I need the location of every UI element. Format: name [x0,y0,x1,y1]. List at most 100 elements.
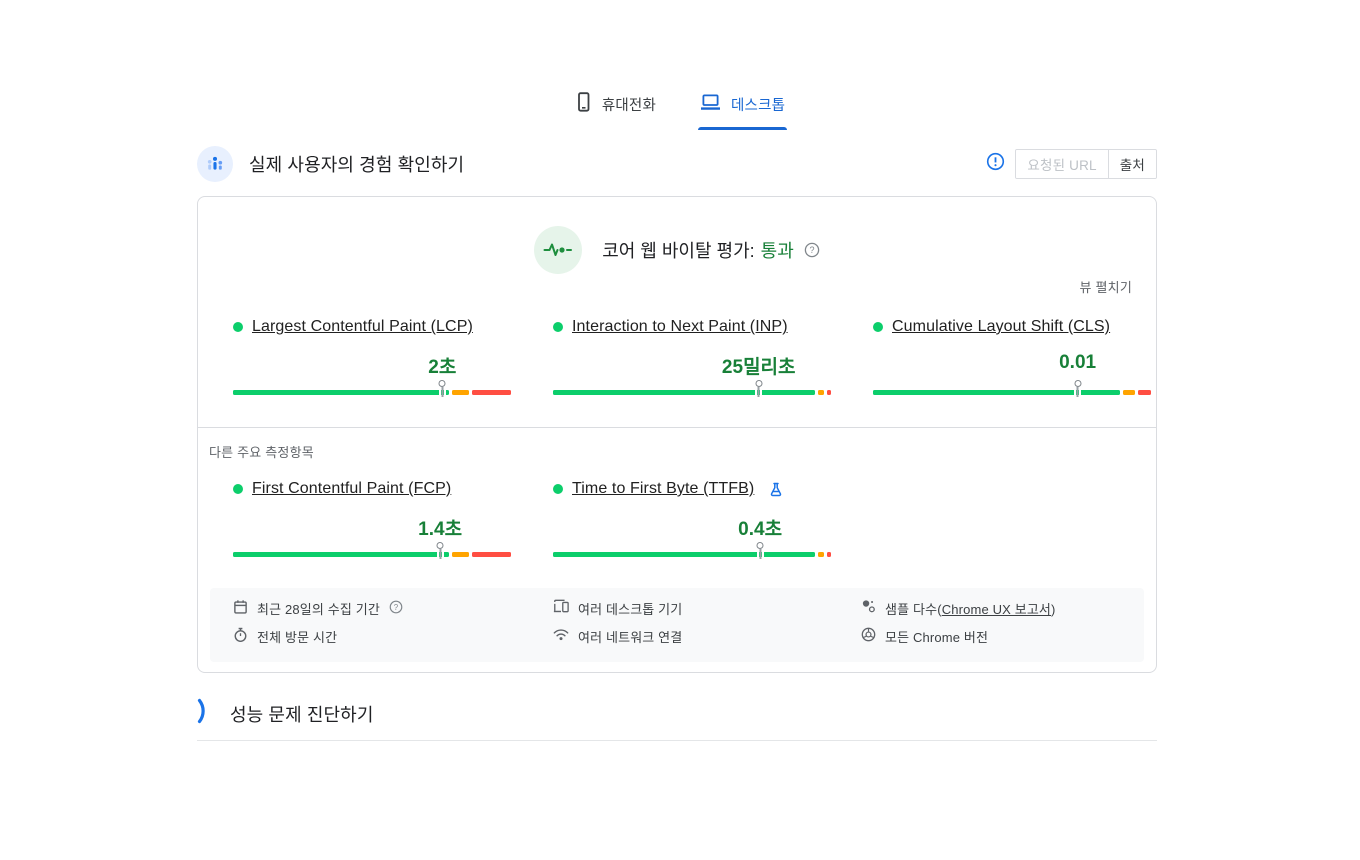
cwv-title: 코어 웹 바이탈 평가: [602,237,754,263]
metric-header: Cumulative Layout Shift (CLS) [873,318,1151,336]
metric-lcp-value: 2초 [428,352,456,379]
section-title: 실제 사용자의 경험 확인하기 [249,151,464,177]
devices-label: 여러 데스크톱 기기 [578,599,682,618]
metric-header: Interaction to Next Paint (INP) [553,318,831,336]
field-data-title-group: 실제 사용자의 경험 확인하기 [197,146,464,182]
cls-distribution-bar [873,380,1151,398]
metric-fcp-value: 1.4초 [418,514,462,541]
visit-duration-label: 전체 방문 시간 [257,627,337,646]
good-segment [233,390,449,395]
cwv-assessment: 코어 웹 바이탈 평가: 통과 ? [198,226,1156,274]
wifi-icon [553,628,569,644]
help-icon[interactable]: ? [804,242,820,258]
distribution-marker [756,542,765,560]
footer-col-period: 최근 28일의 수집 기간 ? 전체 방문 시간 [233,599,403,645]
distribution-marker [1073,380,1082,398]
poor-segment [827,390,831,395]
user-experience-icon [197,146,233,182]
cwv-status-pass: 통과 [761,237,794,263]
good-segment [233,552,449,557]
other-metrics-label: 다른 주요 측정항목 [209,442,314,461]
metric-ttfb-link[interactable]: Time to First Byte (TTFB) [572,480,754,498]
sample-size-item: 샘플 다수(Chrome UX 보고서) [861,599,1056,617]
tab-mobile-label: 휴대전화 [602,94,656,115]
good-segment [553,390,815,395]
poor-segment [472,552,511,557]
metric-ttfb-value: 0.4초 [738,514,782,541]
origin-button[interactable]: 출처 [1108,150,1156,178]
poor-segment [827,552,831,557]
info-icon[interactable] [986,152,1005,176]
footer-col-sample: 샘플 다수(Chrome UX 보고서) 모든 Chrome 버전 [861,599,1056,645]
network-label: 여러 네트워크 연결 [578,627,682,646]
metric-lcp-link[interactable]: Largest Contentful Paint (LCP) [252,318,473,336]
sample-bubbles-icon [861,599,876,617]
metric-inp-link[interactable]: Interaction to Next Paint (INP) [572,318,788,336]
metric-cls-link[interactable]: Cumulative Layout Shift (CLS) [892,318,1110,336]
experimental-flask-icon [769,482,783,497]
chrome-icon [861,627,876,645]
sample-size-label: 샘플 다수(Chrome UX 보고서) [885,599,1056,618]
chrome-versions-label: 모든 Chrome 버전 [885,627,988,646]
pulse-icon [534,226,582,274]
lcp-distribution-bar [233,380,511,398]
metric-fcp: First Contentful Paint (FCP) 1.4초 [233,480,511,566]
core-web-vitals-card: 코어 웹 바이탈 평가: 통과 ? 뷰 펼치기 Largest Contentf… [197,196,1157,673]
average-segment [452,552,469,557]
crux-report-link[interactable]: Chrome UX 보고서 [942,602,1051,617]
average-segment [452,390,469,395]
metric-fcp-link[interactable]: First Contentful Paint (FCP) [252,480,451,498]
good-status-dot [873,322,883,332]
metric-inp: Interaction to Next Paint (INP) 25밀리초 [553,318,831,404]
svg-text:?: ? [809,245,814,255]
poor-segment [472,390,511,395]
average-segment [818,552,824,557]
average-segment [1123,390,1135,395]
stopwatch-icon [233,627,248,646]
distribution-marker [438,380,447,398]
collection-period-label: 최근 28일의 수집 기간 [257,599,380,618]
pagespeed-insights-page: 휴대전화 데스크톱 실제 사용자의 경험 확인하기 [0,0,1360,860]
metric-header: First Contentful Paint (FCP) [233,480,511,498]
collection-period-item: 최근 28일의 수집 기간 ? [233,599,403,617]
gauge-arc-icon [197,698,212,729]
diagnose-title: 성능 문제 진단하기 [230,701,373,727]
requested-url-button[interactable]: 요청된 URL [1016,150,1107,178]
calendar-icon [233,599,248,618]
footer-col-devices: 여러 데스크톱 기기 여러 네트워크 연결 [553,599,682,645]
good-status-dot [233,484,243,494]
ttfb-distribution-bar [553,542,831,560]
metric-lcp: Largest Contentful Paint (LCP) 2초 [233,318,511,404]
good-status-dot [553,322,563,332]
field-data-header: 실제 사용자의 경험 확인하기 요청된 URL 출처 [197,146,1157,182]
header-controls: 요청된 URL 출처 [986,149,1157,179]
svg-text:?: ? [394,602,399,611]
good-segment [873,390,1120,395]
url-origin-toggle: 요청된 URL 출처 [1015,149,1157,179]
average-segment [818,390,824,395]
inp-distribution-bar [553,380,831,398]
good-status-dot [233,322,243,332]
distribution-marker [436,542,445,560]
metric-ttfb: Time to First Byte (TTFB) 0.4초 [553,480,831,566]
data-collection-footer: 최근 28일의 수집 기간 ? 전체 방문 시간 [210,588,1144,662]
help-icon[interactable]: ? [389,600,403,617]
metric-header: Largest Contentful Paint (LCP) [233,318,511,336]
tab-desktop[interactable]: 데스크톱 [698,86,787,130]
diagnose-section-header[interactable]: 성능 문제 진단하기 [197,698,1157,729]
poor-segment [1138,390,1151,395]
devices-icon [553,599,569,617]
metric-cls: Cumulative Layout Shift (CLS) 0.01 [873,318,1151,404]
metric-cls-value: 0.01 [1059,352,1096,374]
good-segment [553,552,815,557]
cwv-assessment-text: 코어 웹 바이탈 평가: 통과 ? [602,237,820,263]
laptop-icon [700,94,721,115]
good-status-dot [553,484,563,494]
tab-mobile[interactable]: 휴대전화 [573,86,658,130]
chrome-versions-item: 모든 Chrome 버전 [861,627,1056,645]
fcp-distribution-bar [233,542,511,560]
visit-duration-item: 전체 방문 시간 [233,627,403,645]
distribution-marker [754,380,763,398]
expand-view-link[interactable]: 뷰 펼치기 [1080,277,1132,296]
device-tabs: 휴대전화 데스크톱 [0,86,1360,130]
